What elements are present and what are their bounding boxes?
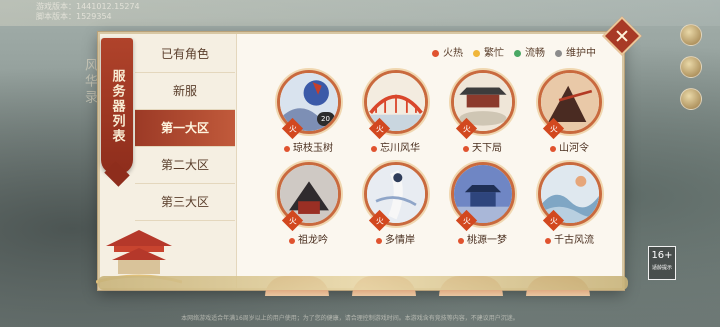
server-card[interactable]: 20 火 琼枝玉树 <box>265 70 352 154</box>
side-icons <box>680 24 706 120</box>
background-title: 风华录 <box>82 58 97 106</box>
script-version: 脚本版本：1529354 <box>36 12 112 21</box>
server-card[interactable]: 火 天下局 <box>439 70 526 154</box>
server-card[interactable]: 火 忘川风华 <box>352 70 439 154</box>
server-card[interactable]: 火 多情岸 <box>352 162 439 246</box>
maintenance-dot-icon <box>555 50 562 57</box>
server-card[interactable]: 火 山河令 <box>526 70 613 154</box>
status-dot-icon <box>371 145 377 152</box>
server-card[interactable]: 火 祖龙吟 <box>265 162 352 246</box>
side-notice-icon[interactable] <box>680 56 702 78</box>
version-info: 游戏版本：1441012.15274 脚本版本：1529354 <box>36 2 140 22</box>
legend-smooth: 流畅 <box>514 44 545 59</box>
status-dot-icon <box>376 237 382 244</box>
age-rating-badge: 16+ 适龄提示 <box>648 246 676 280</box>
side-settings-icon[interactable] <box>680 88 702 110</box>
server-name: 天下局 <box>472 143 502 154</box>
status-legend: 火热 繁忙 流畅 维护中 <box>432 44 596 59</box>
status-dot-icon <box>550 145 556 152</box>
legend-maintenance: 维护中 <box>555 44 596 59</box>
server-grid: 20 火 琼枝玉树 火 忘川风华 火 天下局 火 山河令 火 祖龙吟 火 多情岸… <box>265 70 613 246</box>
footer-notice: 本网络游戏适合年满16周岁以上的用户使用；为了您的健康，请合理控制游戏时间。本游… <box>181 315 519 322</box>
region-menu: 已有角色 新服 第一大区 第二大区 第三大区 <box>135 36 235 221</box>
smooth-dot-icon <box>514 50 521 57</box>
menu-item-region-2[interactable]: 第二大区 <box>135 147 235 184</box>
busy-dot-icon <box>473 50 480 57</box>
status-dot-icon <box>458 237 464 244</box>
status-dot-icon <box>545 237 551 244</box>
legend-hot: 火热 <box>432 44 463 59</box>
server-card[interactable]: 火 桃源一梦 <box>439 162 526 246</box>
side-menu-icon[interactable] <box>680 24 702 46</box>
panel-title-ribbon: 服务器列表 <box>101 38 133 174</box>
server-name: 多情岸 <box>385 235 415 246</box>
status-dot-icon <box>289 237 295 244</box>
menu-item-existing-roles[interactable]: 已有角色 <box>135 36 235 73</box>
legend-busy: 繁忙 <box>473 44 504 59</box>
server-name: 忘川风华 <box>380 143 420 154</box>
panel-bottom-border <box>98 276 628 290</box>
menu-item-region-1[interactable]: 第一大区 <box>135 110 235 147</box>
pavilion-decoration-icon <box>96 230 182 284</box>
hot-dot-icon <box>432 50 439 57</box>
server-name: 山河令 <box>559 143 589 154</box>
server-grid-area: 火热 繁忙 流畅 维护中 20 火 琼枝玉树 火 忘川风华 火 天下局 火 山河… <box>236 34 622 296</box>
server-name: 桃源一梦 <box>467 235 507 246</box>
server-name: 祖龙吟 <box>298 235 328 246</box>
server-name: 琼枝玉树 <box>293 143 333 154</box>
status-dot-icon <box>284 145 290 152</box>
server-level-badge: 20 <box>316 112 335 126</box>
server-name: 千古风流 <box>554 235 594 246</box>
game-version: 游戏版本：1441012.15274 <box>36 2 140 11</box>
server-card[interactable]: 火 千古风流 <box>526 162 613 246</box>
menu-item-new-servers[interactable]: 新服 <box>135 73 235 110</box>
status-dot-icon <box>463 145 469 152</box>
